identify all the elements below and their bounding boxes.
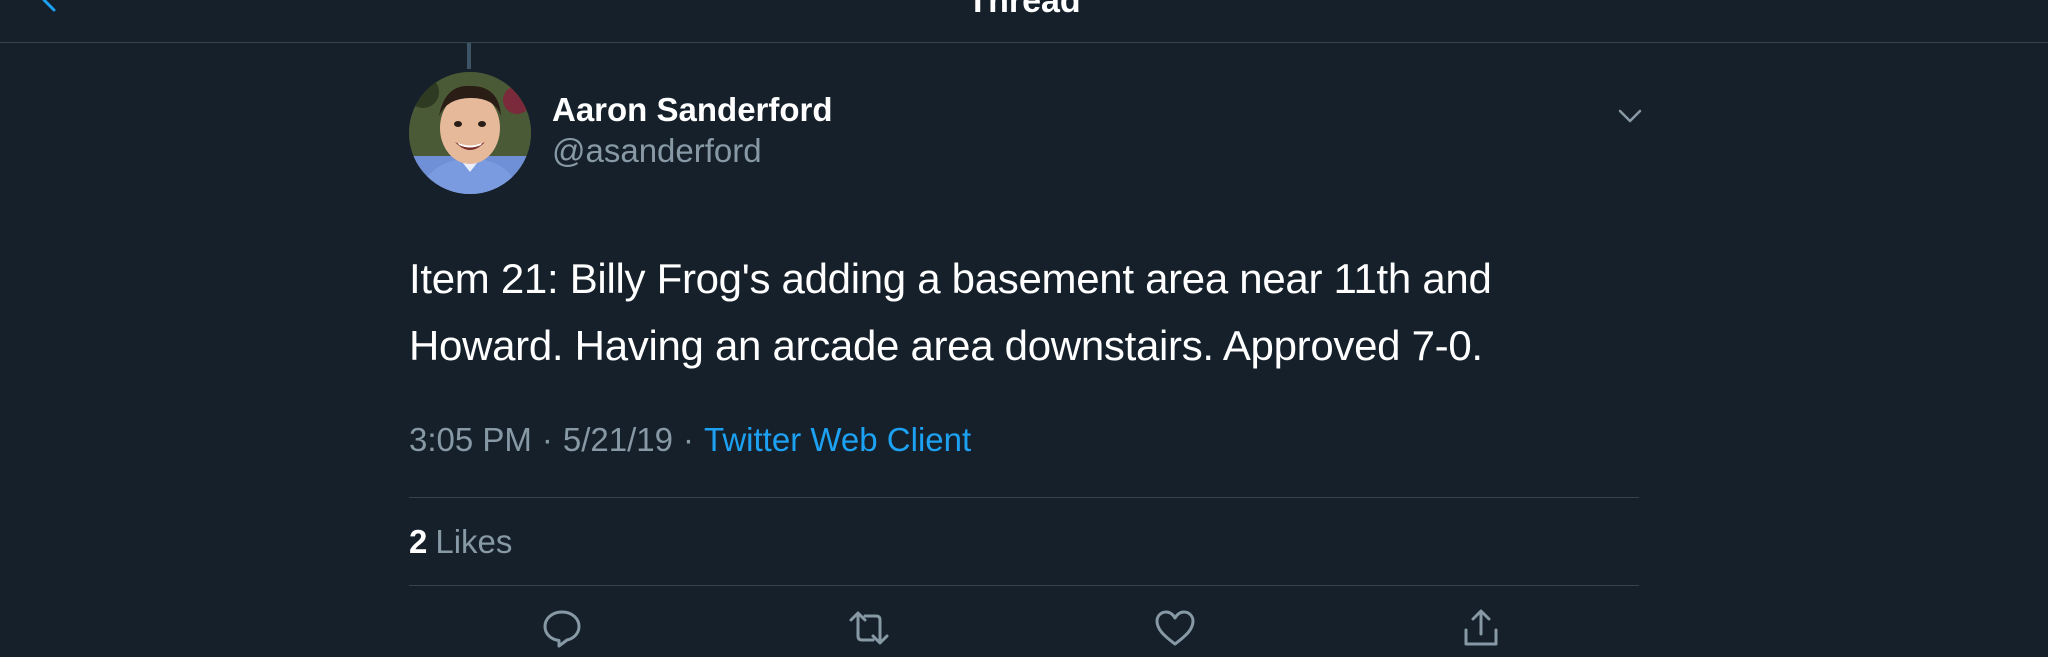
author-name[interactable]: Aaron Sanderford xyxy=(552,90,833,130)
likes-label: Likes xyxy=(435,523,513,560)
likes-count: 2 xyxy=(409,523,428,560)
tweet-text: Item 21: Billy Frog's adding a basement … xyxy=(409,255,1492,369)
meta-separator: · xyxy=(541,421,553,458)
page-title: Thread xyxy=(967,0,1081,20)
tweet-meta: 3:05 PM · 5/21/19 · Twitter Web Client xyxy=(409,418,971,462)
author-handle[interactable]: @asanderford xyxy=(552,131,762,171)
tweet-date: 5/21/19 xyxy=(562,421,674,458)
divider xyxy=(409,497,1639,498)
divider xyxy=(409,585,1639,586)
share-icon[interactable] xyxy=(1459,606,1503,650)
top-nav-bar: Thread xyxy=(0,0,2048,43)
tweet-time: 3:05 PM xyxy=(409,421,532,458)
retweet-icon[interactable] xyxy=(847,606,891,650)
thread-connector-line xyxy=(467,43,471,69)
heart-icon[interactable] xyxy=(1153,606,1197,650)
meta-separator: · xyxy=(683,421,695,458)
reply-icon[interactable] xyxy=(540,606,584,650)
tweet-source-link[interactable]: Twitter Web Client xyxy=(704,421,971,458)
tweet-menu-chevron-down-icon[interactable] xyxy=(1615,101,1645,131)
avatar[interactable] xyxy=(409,72,531,194)
avatar-photo xyxy=(409,72,531,194)
thread-page: Thread Aaron Sanderford @asanderford Ite… xyxy=(0,0,2048,657)
likes-summary[interactable]: 2 Likes xyxy=(409,520,512,564)
